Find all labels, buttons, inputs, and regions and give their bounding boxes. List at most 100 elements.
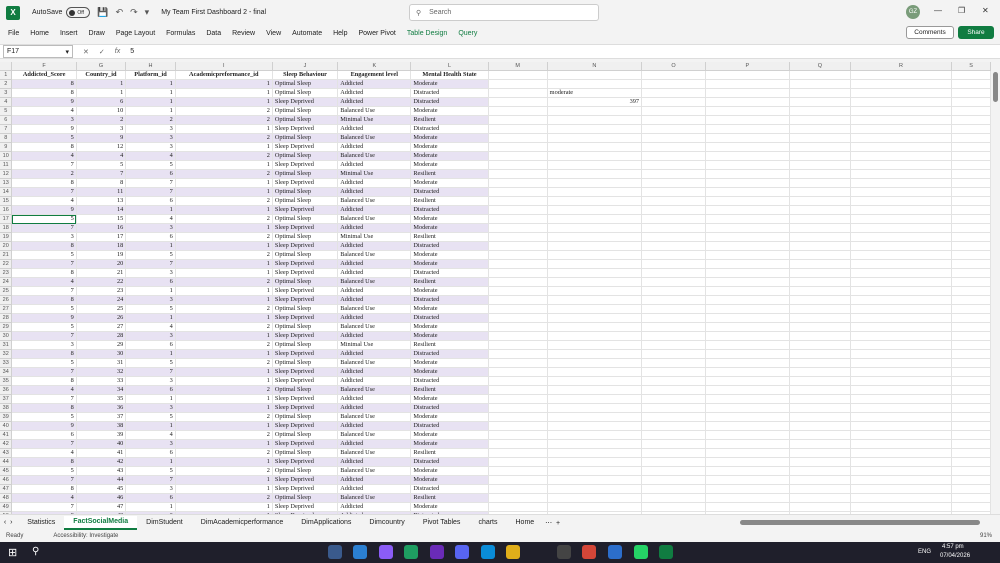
table-cell[interactable]: 3 xyxy=(125,295,176,306)
row-header[interactable]: 24 xyxy=(0,277,13,288)
table-cell[interactable]: 4 xyxy=(11,448,77,459)
cell[interactable] xyxy=(951,205,991,216)
taskbar-search-icon[interactable]: ⚲ xyxy=(32,546,39,557)
cell[interactable] xyxy=(547,151,643,162)
cell[interactable] xyxy=(547,142,643,153)
table-cell[interactable]: Addicted xyxy=(337,349,412,360)
table-cell[interactable]: Addicted xyxy=(337,439,412,450)
cell[interactable] xyxy=(705,430,790,441)
cell[interactable] xyxy=(705,367,790,378)
table-cell[interactable]: Addicted xyxy=(337,187,412,198)
table-cell[interactable]: 5 xyxy=(11,466,77,477)
table-cell[interactable]: 40 xyxy=(76,439,127,450)
table-cell[interactable]: 6 xyxy=(125,493,176,504)
table-cell[interactable]: 9 xyxy=(11,205,77,216)
table-cell[interactable]: 35 xyxy=(76,394,127,405)
row-header[interactable]: 14 xyxy=(0,187,13,198)
cell[interactable] xyxy=(951,250,991,261)
table-cell[interactable]: 1 xyxy=(175,349,273,360)
table-cell[interactable]: 6 xyxy=(125,277,176,288)
table-cell[interactable]: 1 xyxy=(175,286,273,297)
table-cell[interactable]: Moderate xyxy=(410,412,489,423)
cell[interactable] xyxy=(488,205,548,216)
cell[interactable] xyxy=(547,493,643,504)
cell[interactable] xyxy=(951,70,991,81)
table-cell[interactable]: 2 xyxy=(175,430,273,441)
table-cell[interactable]: Moderate xyxy=(410,79,489,90)
cell[interactable] xyxy=(850,250,953,261)
sheet-tab-home[interactable]: Home xyxy=(507,516,544,530)
table-cell[interactable]: 4 xyxy=(125,151,176,162)
cell[interactable] xyxy=(488,367,548,378)
table-cell[interactable]: 8 xyxy=(11,376,77,387)
cell[interactable] xyxy=(951,421,991,432)
table-cell[interactable]: Sleep Deprived xyxy=(272,124,339,135)
comments-button[interactable]: Comments xyxy=(906,26,954,39)
add-sheet-icon[interactable]: ⋯ + xyxy=(543,519,560,527)
cell[interactable] xyxy=(951,178,991,189)
cell[interactable] xyxy=(641,106,706,117)
table-cell[interactable]: Addicted xyxy=(337,457,412,468)
row-header[interactable]: 38 xyxy=(0,403,13,414)
column-header[interactable]: I xyxy=(175,62,273,72)
table-cell[interactable]: Balanced Use xyxy=(337,412,412,423)
cell[interactable] xyxy=(789,412,851,423)
cell[interactable] xyxy=(705,304,790,315)
cell[interactable] xyxy=(850,457,953,468)
table-cell[interactable]: 45 xyxy=(76,484,127,495)
cell[interactable] xyxy=(705,70,790,81)
table-cell[interactable]: 5 xyxy=(11,133,77,144)
row-header[interactable]: 29 xyxy=(0,322,13,333)
table-column-header[interactable]: Mental Health State xyxy=(410,70,489,81)
table-cell[interactable]: 1 xyxy=(76,79,127,90)
table-cell[interactable]: 1 xyxy=(125,502,176,513)
cell[interactable] xyxy=(951,151,991,162)
cell[interactable] xyxy=(488,79,548,90)
table-cell[interactable]: 1 xyxy=(125,205,176,216)
row-header[interactable]: 49 xyxy=(0,502,13,513)
vertical-scrollbar[interactable] xyxy=(991,62,1000,514)
cell[interactable] xyxy=(547,358,643,369)
table-cell[interactable]: 5 xyxy=(125,358,176,369)
cell[interactable] xyxy=(488,259,548,270)
table-cell[interactable]: Optimal Sleep xyxy=(272,358,339,369)
cell[interactable] xyxy=(951,232,991,243)
cell[interactable] xyxy=(641,403,706,414)
cell[interactable] xyxy=(850,259,953,270)
cell[interactable] xyxy=(705,448,790,459)
table-cell[interactable]: Moderate xyxy=(410,358,489,369)
table-cell[interactable]: 1 xyxy=(125,97,176,108)
cell[interactable] xyxy=(850,232,953,243)
table-cell[interactable]: Minimal Use xyxy=(337,340,412,351)
cell[interactable] xyxy=(641,466,706,477)
table-cell[interactable]: 5 xyxy=(11,412,77,423)
table-cell[interactable]: 4 xyxy=(11,385,77,396)
cell[interactable] xyxy=(641,151,706,162)
cell[interactable] xyxy=(789,358,851,369)
table-cell[interactable]: 1 xyxy=(125,106,176,117)
cell[interactable] xyxy=(705,484,790,495)
cell[interactable] xyxy=(641,295,706,306)
cell[interactable] xyxy=(547,133,643,144)
cell[interactable] xyxy=(705,349,790,360)
cell[interactable] xyxy=(488,214,548,225)
cell[interactable] xyxy=(951,457,991,468)
restore-icon[interactable]: ❐ xyxy=(958,6,965,15)
cell[interactable] xyxy=(850,223,953,234)
customize-quick-access-icon[interactable]: ▾ xyxy=(145,7,150,18)
table-cell[interactable]: 6 xyxy=(125,448,176,459)
menu-item-view[interactable]: View xyxy=(266,30,281,37)
table-cell[interactable]: Distracted xyxy=(410,97,489,108)
table-cell[interactable]: Sleep Deprived xyxy=(272,367,339,378)
cell[interactable] xyxy=(789,475,851,486)
table-cell[interactable]: 1 xyxy=(175,241,273,252)
cell[interactable] xyxy=(488,196,548,207)
table-cell[interactable]: 3 xyxy=(125,133,176,144)
cell[interactable] xyxy=(488,277,548,288)
cell[interactable] xyxy=(488,160,548,171)
formula-input[interactable]: 5 xyxy=(130,48,134,55)
cell[interactable] xyxy=(789,421,851,432)
table-cell[interactable]: Optimal Sleep xyxy=(272,304,339,315)
table-cell[interactable]: Distracted xyxy=(410,484,489,495)
column-header[interactable]: G xyxy=(76,62,127,72)
